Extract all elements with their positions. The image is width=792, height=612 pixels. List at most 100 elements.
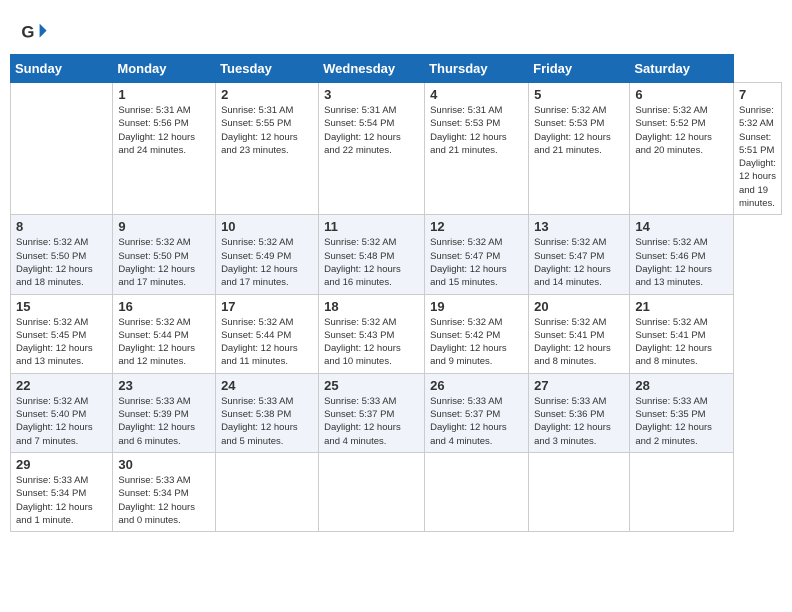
day-info: Sunrise: 5:32 AMSunset: 5:46 PMDaylight:… [635,236,728,289]
weekday-header-thursday: Thursday [425,55,529,83]
calendar-week-row: 22 Sunrise: 5:32 AMSunset: 5:40 PMDayligh… [11,373,782,452]
day-info: Sunrise: 5:32 AMSunset: 5:44 PMDaylight:… [118,316,210,369]
calendar-cell: 3 Sunrise: 5:31 AMSunset: 5:54 PMDaylight… [319,83,425,215]
day-info: Sunrise: 5:33 AMSunset: 5:36 PMDaylight:… [534,395,624,448]
calendar-cell: 7 Sunrise: 5:32 AMSunset: 5:51 PMDaylight… [733,83,781,215]
day-info: Sunrise: 5:33 AMSunset: 5:37 PMDaylight:… [430,395,523,448]
day-info: Sunrise: 5:33 AMSunset: 5:39 PMDaylight:… [118,395,210,448]
calendar-week-row: 29Sunrise: 5:33 AMSunset: 5:34 PMDayligh… [11,452,782,531]
day-number: 21 [635,299,728,314]
calendar-cell: 30 Sunrise: 5:33 AMSunset: 5:34 PMDayligh… [113,452,216,531]
header: G [10,10,782,50]
calendar-week-row: 15 Sunrise: 5:32 AMSunset: 5:45 PMDayligh… [11,294,782,373]
day-info: Sunrise: 5:33 AMSunset: 5:37 PMDaylight:… [324,395,419,448]
day-number: 10 [221,219,313,234]
weekday-header-sunday: Sunday [11,55,113,83]
calendar-cell [529,452,630,531]
calendar-cell: 16 Sunrise: 5:32 AMSunset: 5:44 PMDayligh… [113,294,216,373]
calendar-cell: 9 Sunrise: 5:32 AMSunset: 5:50 PMDaylight… [113,215,216,294]
day-info: Sunrise: 5:32 AMSunset: 5:42 PMDaylight:… [430,316,523,369]
calendar-cell: 18 Sunrise: 5:32 AMSunset: 5:43 PMDayligh… [319,294,425,373]
day-number: 4 [430,87,523,102]
day-info: Sunrise: 5:31 AMSunset: 5:53 PMDaylight:… [430,104,523,157]
day-number: 13 [534,219,624,234]
calendar-week-row: 8 Sunrise: 5:32 AMSunset: 5:50 PMDaylight… [11,215,782,294]
day-number: 28 [635,378,728,393]
calendar-cell: 13 Sunrise: 5:32 AMSunset: 5:47 PMDayligh… [529,215,630,294]
weekday-header-tuesday: Tuesday [216,55,319,83]
day-info: Sunrise: 5:32 AMSunset: 5:47 PMDaylight:… [430,236,523,289]
day-info: Sunrise: 5:31 AMSunset: 5:55 PMDaylight:… [221,104,313,157]
day-number: 3 [324,87,419,102]
day-info: Sunrise: 5:33 AMSunset: 5:35 PMDaylight:… [635,395,728,448]
day-number: 26 [430,378,523,393]
calendar-cell: 12Sunrise: 5:32 AMSunset: 5:47 PMDayligh… [425,215,529,294]
day-number: 17 [221,299,313,314]
day-info: Sunrise: 5:32 AMSunset: 5:52 PMDaylight:… [635,104,728,157]
day-info: Sunrise: 5:32 AMSunset: 5:51 PMDaylight:… [739,104,776,210]
day-info: Sunrise: 5:31 AMSunset: 5:56 PMDaylight:… [118,104,210,157]
calendar-cell: 6Sunrise: 5:32 AMSunset: 5:52 PMDaylight… [630,83,734,215]
weekday-header-friday: Friday [529,55,630,83]
calendar-cell: 21 Sunrise: 5:32 AMSunset: 5:41 PMDayligh… [630,294,734,373]
day-number: 5 [534,87,624,102]
calendar-cell [425,452,529,531]
calendar-cell: 19 Sunrise: 5:32 AMSunset: 5:42 PMDayligh… [425,294,529,373]
day-info: Sunrise: 5:32 AMSunset: 5:49 PMDaylight:… [221,236,313,289]
day-number: 11 [324,219,419,234]
calendar-cell: 17 Sunrise: 5:32 AMSunset: 5:44 PMDayligh… [216,294,319,373]
day-number: 27 [534,378,624,393]
day-number: 30 [118,457,210,472]
calendar-week-row: 1 Sunrise: 5:31 AMSunset: 5:56 PMDaylight… [11,83,782,215]
calendar-cell: 14 Sunrise: 5:32 AMSunset: 5:46 PMDayligh… [630,215,734,294]
day-info: Sunrise: 5:32 AMSunset: 5:41 PMDaylight:… [635,316,728,369]
svg-text:G: G [21,23,34,42]
day-info: Sunrise: 5:32 AMSunset: 5:40 PMDaylight:… [16,395,107,448]
calendar-cell: 2 Sunrise: 5:31 AMSunset: 5:55 PMDaylight… [216,83,319,215]
day-info: Sunrise: 5:32 AMSunset: 5:45 PMDaylight:… [16,316,107,369]
day-number: 2 [221,87,313,102]
day-number: 18 [324,299,419,314]
calendar-cell: 29Sunrise: 5:33 AMSunset: 5:34 PMDayligh… [11,452,113,531]
day-number: 8 [16,219,107,234]
calendar-cell: 28 Sunrise: 5:33 AMSunset: 5:35 PMDayligh… [630,373,734,452]
weekday-header-wednesday: Wednesday [319,55,425,83]
day-info: Sunrise: 5:32 AMSunset: 5:44 PMDaylight:… [221,316,313,369]
calendar-cell: 20Sunrise: 5:32 AMSunset: 5:41 PMDayligh… [529,294,630,373]
calendar-cell: 23 Sunrise: 5:33 AMSunset: 5:39 PMDayligh… [113,373,216,452]
day-number: 25 [324,378,419,393]
day-info: Sunrise: 5:32 AMSunset: 5:43 PMDaylight:… [324,316,419,369]
calendar-cell: 25 Sunrise: 5:33 AMSunset: 5:37 PMDayligh… [319,373,425,452]
day-info: Sunrise: 5:32 AMSunset: 5:50 PMDaylight:… [16,236,107,289]
calendar-cell [630,452,734,531]
calendar-cell: 24Sunrise: 5:33 AMSunset: 5:38 PMDayligh… [216,373,319,452]
day-number: 9 [118,219,210,234]
day-number: 14 [635,219,728,234]
day-number: 15 [16,299,107,314]
calendar-cell [11,83,113,215]
calendar-cell: 15 Sunrise: 5:32 AMSunset: 5:45 PMDayligh… [11,294,113,373]
calendar-cell: 1 Sunrise: 5:31 AMSunset: 5:56 PMDaylight… [113,83,216,215]
day-number: 22 [16,378,107,393]
day-info: Sunrise: 5:32 AMSunset: 5:48 PMDaylight:… [324,236,419,289]
calendar-cell: 26 Sunrise: 5:33 AMSunset: 5:37 PMDayligh… [425,373,529,452]
logo: G [20,18,52,46]
day-number: 19 [430,299,523,314]
day-number: 7 [739,87,776,102]
weekday-header-saturday: Saturday [630,55,734,83]
calendar-cell: 27 Sunrise: 5:33 AMSunset: 5:36 PMDayligh… [529,373,630,452]
day-info: Sunrise: 5:31 AMSunset: 5:54 PMDaylight:… [324,104,419,157]
day-info: Sunrise: 5:32 AMSunset: 5:47 PMDaylight:… [534,236,624,289]
day-info: Sunrise: 5:33 AMSunset: 5:34 PMDaylight:… [16,474,107,527]
calendar-cell: 10 Sunrise: 5:32 AMSunset: 5:49 PMDayligh… [216,215,319,294]
calendar-cell [216,452,319,531]
day-number: 23 [118,378,210,393]
day-info: Sunrise: 5:33 AMSunset: 5:38 PMDaylight:… [221,395,313,448]
calendar-table: SundayMondayTuesdayWednesdayThursdayFrid… [10,54,782,532]
weekday-header-row: SundayMondayTuesdayWednesdayThursdayFrid… [11,55,782,83]
day-number: 1 [118,87,210,102]
day-info: Sunrise: 5:33 AMSunset: 5:34 PMDaylight:… [118,474,210,527]
day-info: Sunrise: 5:32 AMSunset: 5:50 PMDaylight:… [118,236,210,289]
day-number: 16 [118,299,210,314]
calendar-cell: 5Sunrise: 5:32 AMSunset: 5:53 PMDaylight… [529,83,630,215]
